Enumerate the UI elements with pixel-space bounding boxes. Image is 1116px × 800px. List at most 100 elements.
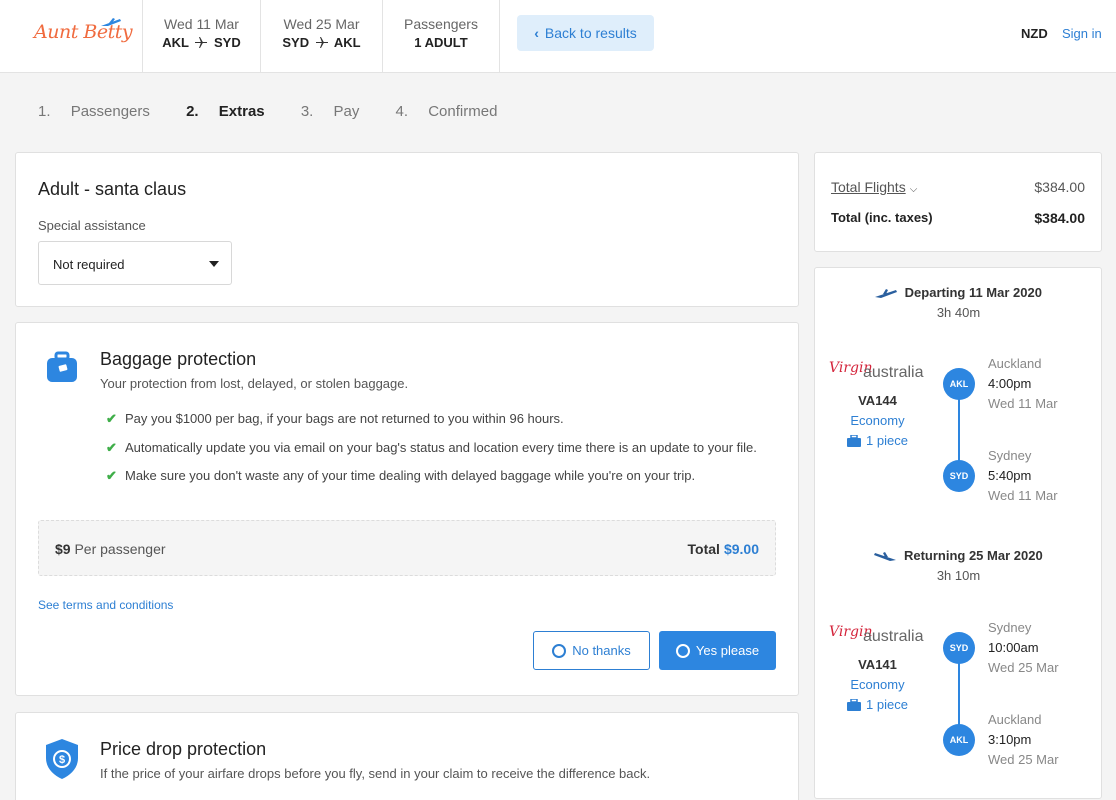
flight-number: VA144 — [858, 393, 897, 408]
departing-header: Departing 11 Mar 2020 — [815, 285, 1102, 300]
passenger-card: Adult - santa claus Special assistance N… — [15, 152, 799, 307]
top-header: Aunt Betty Wed 11 Mar AKL SYD Wed 25 Mar… — [0, 0, 1116, 73]
total-flights-toggle[interactable]: Total Flights ⌵ — [831, 179, 917, 195]
outbound-summary[interactable]: Wed 11 Mar AKL SYD — [143, 0, 261, 72]
stop-time: 4:00pm — [988, 376, 1032, 391]
suitcase-icon — [847, 698, 862, 711]
list-item: ✔ Pay you $1000 per bag, if your bags are… — [106, 410, 757, 439]
check-icon: ✔ — [106, 439, 117, 455]
list-item: ✔ Make sure you don't waste any of your t… — [106, 467, 757, 496]
total-inc-taxes-label: Total (inc. taxes) — [831, 210, 933, 225]
step-confirmed: 4. Confirmed — [396, 103, 514, 120]
stop-date: Wed 11 Mar — [988, 488, 1058, 503]
baggage-allowance[interactable]: 1 piece — [815, 433, 940, 448]
no-thanks-label: No thanks — [572, 643, 631, 658]
airport-marker-akl: AKL — [943, 724, 975, 756]
baggage-allowance[interactable]: 1 piece — [815, 697, 940, 712]
baggage-title: Baggage protection — [100, 349, 257, 369]
step-label: Passengers — [70, 103, 150, 120]
stop-city: Auckland — [988, 356, 1042, 371]
baggage-protection-card: Baggage protection Your protection from … — [15, 322, 799, 696]
currency-selector[interactable]: NZD — [1021, 26, 1048, 41]
plane-icon — [315, 37, 328, 48]
price-value: $9 — [55, 541, 71, 557]
flight-number: VA141 — [858, 657, 897, 672]
step-number: 2. — [186, 103, 199, 120]
cabin-class[interactable]: Economy — [815, 677, 940, 692]
step-number: 1. — [38, 103, 51, 120]
return-plane-icon — [874, 552, 897, 561]
step-number: 3. — [300, 103, 314, 120]
price-drop-subtitle: If the price of your airfare drops befor… — [100, 766, 651, 781]
step-passengers[interactable]: 1. Passengers — [38, 103, 166, 120]
logo[interactable]: Aunt Betty — [0, 0, 143, 72]
special-assistance-value: Not required — [53, 257, 125, 272]
outbound-to: SYD — [214, 35, 241, 50]
step-label: Confirmed — [428, 103, 498, 120]
outbound-date: Wed 11 Mar — [164, 16, 239, 32]
arrival-stop: Auckland 3:10pm Wed 25 Mar — [988, 710, 1059, 770]
total-label: Total — [687, 541, 720, 557]
stop-date: Wed 11 Mar — [988, 396, 1058, 411]
list-item: ✔ Automatically update you via email on y… — [106, 439, 757, 468]
step-pay: 3. Pay — [301, 103, 376, 120]
airport-marker-syd: SYD — [943, 460, 975, 492]
benefit-text: Automatically update you via email on yo… — [125, 439, 757, 455]
bags-label: 1 piece — [866, 697, 908, 712]
virgin-australia-logo: Virgin australia — [829, 360, 929, 386]
yes-please-button[interactable]: Yes please — [659, 631, 776, 670]
departing-duration: 3h 40m — [936, 305, 981, 320]
radio-icon — [675, 644, 690, 658]
passengers-summary[interactable]: Passengers 1 ADULT — [383, 0, 500, 72]
outbound-route: AKL SYD — [143, 33, 260, 53]
departing-title: Departing 11 Mar 2020 — [904, 285, 1042, 300]
itinerary-card: Departing 11 Mar 2020 3h 40m Virgin aust… — [814, 267, 1102, 799]
suitcase-icon — [47, 351, 77, 382]
svg-text:$: $ — [59, 754, 65, 766]
virgin-australia-logo: Virgin australia — [829, 624, 929, 650]
special-assistance-label: Special assistance — [38, 218, 146, 233]
passenger-title: Adult - santa claus — [38, 179, 187, 199]
special-assistance-select[interactable]: Not required — [38, 241, 232, 285]
total-value: $9.00 — [723, 541, 759, 557]
terms-link[interactable]: See terms and conditions — [38, 598, 173, 612]
stop-city: Auckland — [988, 712, 1042, 727]
return-route: SYD AKL — [261, 33, 382, 53]
no-thanks-button[interactable]: No thanks — [533, 631, 650, 670]
airport-marker-akl: AKL — [943, 368, 975, 400]
airline-name: australia — [863, 628, 924, 645]
benefits-list: ✔ Pay you $1000 per bag, if your bags are… — [106, 410, 757, 496]
step-label: Pay — [333, 103, 360, 120]
arrival-stop: Sydney 5:40pm Wed 11 Mar — [988, 446, 1058, 506]
departure-stop: Auckland 4:00pm Wed 11 Mar — [988, 354, 1058, 414]
cabin-class[interactable]: Economy — [815, 413, 940, 428]
returning-duration: 3h 10m — [936, 568, 981, 583]
departure-plane-icon — [875, 289, 898, 298]
baggage-total: Total $9.00 — [688, 541, 759, 557]
outbound-from: AKL — [162, 35, 189, 50]
returning-title: Returning 25 Mar 2020 — [903, 548, 1043, 563]
return-from: SYD — [282, 35, 310, 50]
return-to: AKL — [333, 35, 361, 50]
logo-plane-icon — [101, 18, 121, 26]
benefit-text: Make sure you don't waste any of your ti… — [125, 468, 696, 483]
sign-in-link[interactable]: Sign in — [1062, 26, 1102, 41]
suitcase-icon — [847, 434, 862, 447]
step-extras: 2. Extras — [186, 103, 281, 120]
progress-steps: 1. Passengers 2. Extras 3. Pay 4. Confir… — [38, 103, 529, 120]
passengers-value: 1 ADULT — [414, 35, 468, 50]
check-icon: ✔ — [106, 468, 117, 483]
yes-please-label: Yes please — [695, 643, 760, 658]
back-to-results-button[interactable]: ‹ Back to results — [517, 15, 654, 51]
shield-dollar-icon: $ — [46, 739, 78, 779]
bags-label: 1 piece — [866, 433, 908, 448]
stop-city: Sydney — [988, 620, 1032, 635]
stop-city: Sydney — [988, 448, 1032, 463]
price-drop-card: $ Price drop protection If the price of … — [15, 712, 799, 800]
returning-header: Returning 25 Mar 2020 — [815, 548, 1102, 563]
return-summary[interactable]: Wed 25 Mar SYD AKL — [261, 0, 383, 72]
total-inc-taxes-value: $384.00 — [1034, 210, 1085, 226]
passengers-label: Passengers — [404, 16, 478, 32]
check-icon: ✔ — [106, 411, 117, 426]
benefit-text: Pay you $1000 per bag, if your bags are … — [125, 411, 564, 426]
